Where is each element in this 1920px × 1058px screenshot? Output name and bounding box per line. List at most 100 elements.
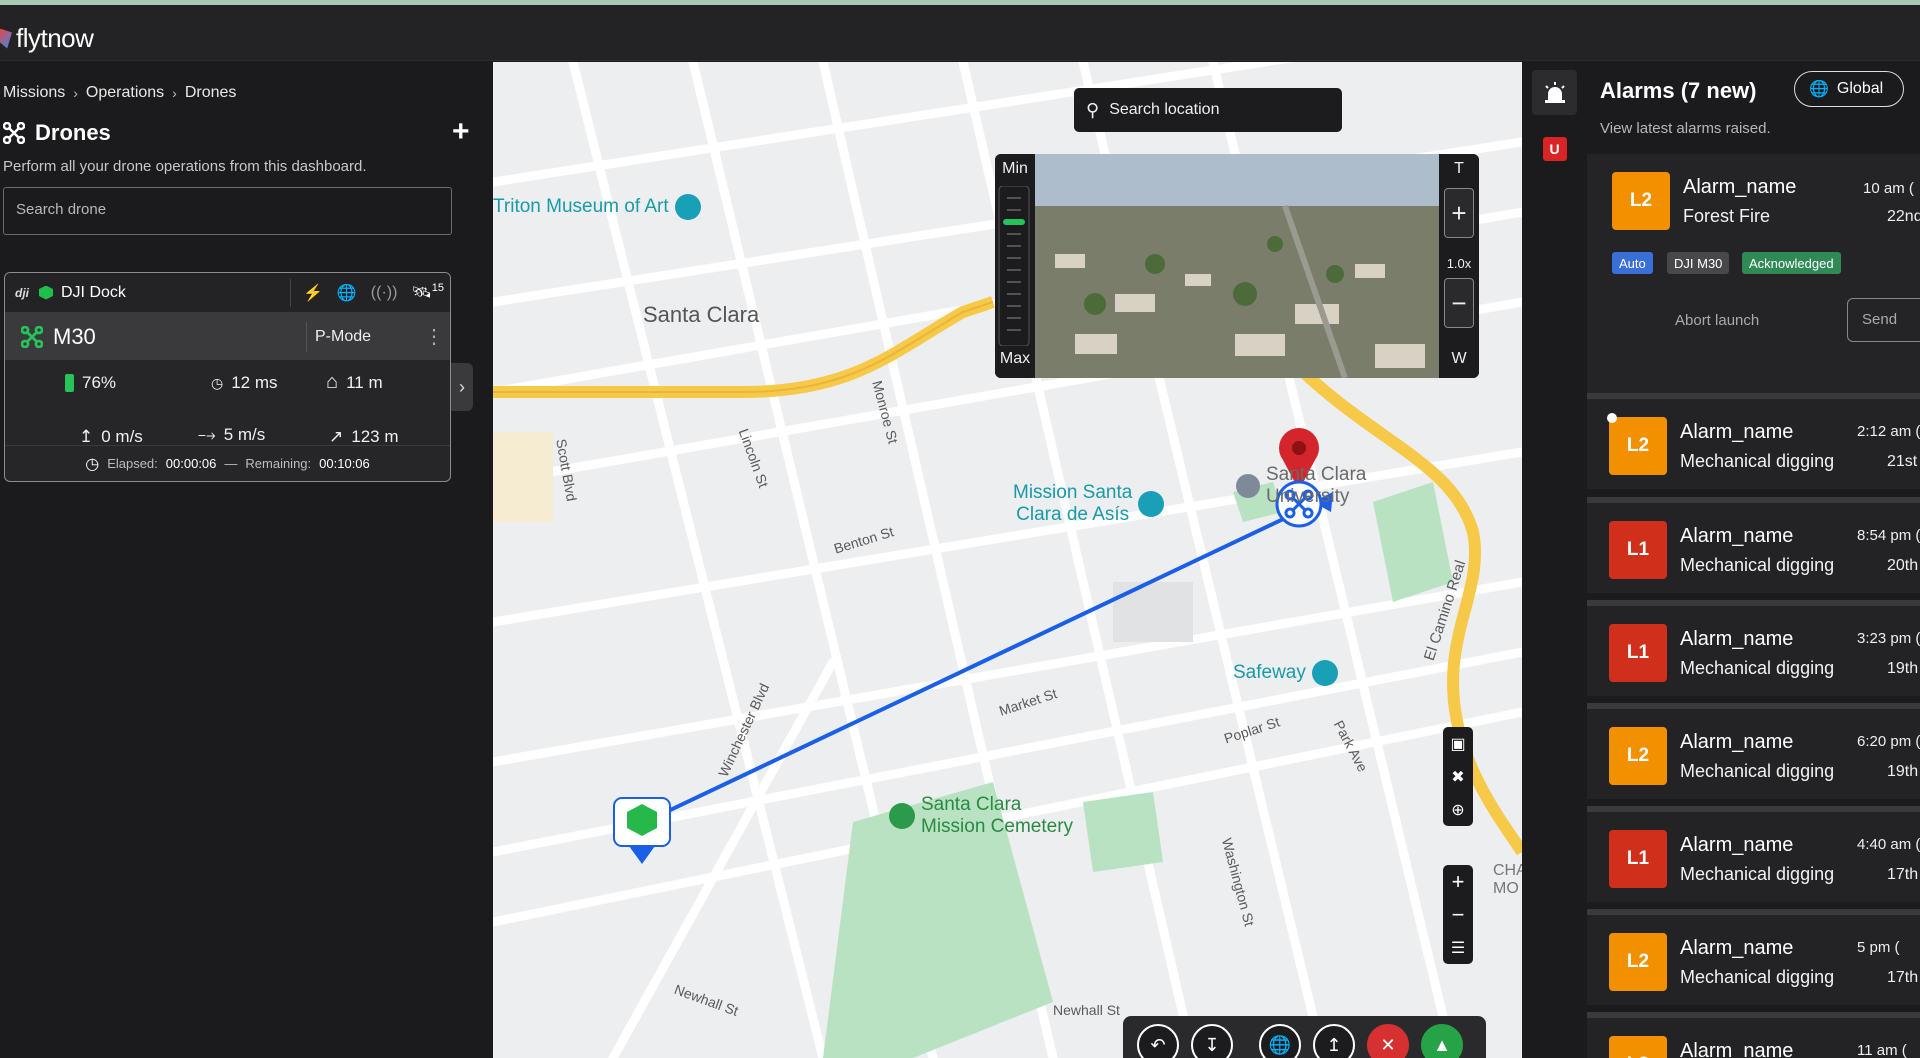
map-layer-toggles: ▣ ✖ ⊕ xyxy=(1443,727,1473,826)
takeoff-button[interactable]: ↥ xyxy=(1313,1024,1355,1058)
alarm-name: Alarm_name xyxy=(1680,731,1794,753)
breadcrumb-missions[interactable]: Missions xyxy=(3,84,65,102)
satellite-icon: 🛰15 xyxy=(411,282,444,302)
dock-status-icons: ⚡ 🌐 ((·)) 🛰15 xyxy=(289,278,450,307)
museum-icon xyxy=(674,194,701,220)
poi-university[interactable]: Santa Clara University xyxy=(1236,464,1366,508)
map-zoom-out-button[interactable]: − xyxy=(1443,898,1473,931)
app-logo-icon: U xyxy=(1542,136,1567,161)
app-logo[interactable]: flytnow xyxy=(0,23,94,54)
alarm-row[interactable]: L1 Alarm_name Mechanical digging 4:40 am (1… xyxy=(1587,806,1920,902)
dock-cube-toggle-icon[interactable]: ▣ xyxy=(1443,727,1473,760)
alarm-name: Alarm_name xyxy=(1680,937,1794,959)
launch-button[interactable]: ▲ xyxy=(1421,1024,1463,1058)
expand-panel-button[interactable]: › xyxy=(451,363,473,411)
poi-safeway[interactable]: Safeway xyxy=(1233,660,1338,686)
camera-zoom-in-button[interactable]: + xyxy=(1444,188,1474,238)
map-zoom-in-button[interactable]: + xyxy=(1443,865,1473,898)
search-location-input[interactable]: ⚲ Search location xyxy=(1074,88,1342,132)
abort-button[interactable]: ✕ xyxy=(1367,1024,1409,1058)
return-home-icon: ↶ xyxy=(1150,1034,1166,1055)
alarm-level-badge: L2 xyxy=(1612,172,1670,230)
breadcrumb: Missions › Operations › Drones xyxy=(3,84,236,102)
camera-zoom-level: 1.0x xyxy=(1446,256,1472,271)
drone-icon xyxy=(21,325,43,348)
alarm-time: 4:40 am ( xyxy=(1857,836,1920,853)
alarm-siren-tab[interactable] xyxy=(1532,70,1577,115)
camera-video-feed xyxy=(1035,154,1439,378)
page-title: Drones xyxy=(3,120,111,146)
drone-card[interactable]: dji DJI Dock ⚡ 🌐 ((·)) 🛰15 M30 P-Mode ⋮ … xyxy=(4,272,451,482)
drone-toggle-icon[interactable]: ✖ xyxy=(1443,760,1473,793)
unread-dot xyxy=(1607,413,1617,423)
return-home-button[interactable]: ↶ xyxy=(1137,1024,1179,1058)
map-label-santa-clara: Santa Clara xyxy=(643,302,760,327)
alarm-name: Alarm_name xyxy=(1680,834,1794,856)
left-panel: Missions › Operations › Drones Drones + … xyxy=(0,62,493,1058)
elapsed-value: 00:00:06 xyxy=(165,456,217,471)
home-distance-stat: ⌂ 11 m xyxy=(326,371,383,394)
camera-feed-panel[interactable]: Min Max T + 1.0x − W xyxy=(995,154,1479,378)
timer-clock-icon: ◷ xyxy=(85,455,100,473)
waypoint-button[interactable]: 🌐 xyxy=(1259,1024,1301,1058)
battery-value: 76% xyxy=(82,373,117,392)
alarm-date: 19th xyxy=(1887,660,1919,677)
poi-cemetery[interactable]: Santa Clara Mission Cemetery xyxy=(889,794,1073,838)
alarm-date: 21st xyxy=(1887,453,1918,470)
add-drone-button[interactable]: + xyxy=(452,117,470,147)
alarm-row[interactable]: L2 Alarm_name Mechanical digging 2:12 am (2… xyxy=(1587,393,1920,489)
vertical-speed-stat: ↥ 0 m/s xyxy=(79,427,143,447)
altitude-stat: ↗ 123 m xyxy=(329,427,399,447)
alarm-row[interactable]: L2 Alarm_name Mechanical digging 5 pm (17th xyxy=(1587,909,1920,1005)
vertical-speed-icon: ↥ xyxy=(79,427,94,446)
scope-global-button[interactable]: 🌐 Global xyxy=(1794,71,1904,107)
map-view[interactable]: Santa Clara Triton Museum of Art Mission… xyxy=(493,62,1522,1058)
alarm-type: Mechanical digging xyxy=(1680,451,1835,471)
land-button[interactable]: ↧ xyxy=(1191,1024,1233,1058)
layers-icon[interactable]: ☰ xyxy=(1443,931,1473,964)
dji-logo: dji xyxy=(15,285,29,300)
alarm-row[interactable]: L2 Alarm_name Mechanical digging 6:20 pm (1… xyxy=(1587,703,1920,799)
alarm-level-badge: L1 xyxy=(1609,521,1667,579)
page-title-text: Drones xyxy=(35,120,111,145)
poi-label-safeway: Safeway xyxy=(1233,662,1306,683)
page-subtitle: Perform all your drone operations from t… xyxy=(3,158,367,175)
alarm-time: 2:12 am ( xyxy=(1857,423,1920,440)
drone-action-bar: ↶ ↧ 🌐 ↥ ✕ ▲ xyxy=(1123,1016,1486,1058)
send-button[interactable]: Send xyxy=(1847,298,1920,342)
latency-value: 12 ms xyxy=(231,373,278,392)
featured-alarm-card[interactable]: L2 Alarm_name Forest Fire 10 am ( 22nd A… xyxy=(1587,154,1920,394)
drone-model-row[interactable]: M30 P-Mode ⋮ xyxy=(5,313,450,360)
satellite-count: 15 xyxy=(431,282,444,295)
alarm-time: 8:54 pm ( xyxy=(1857,527,1920,544)
poi-mission-santa-clara[interactable]: Mission Santa Clara de Asís xyxy=(1013,482,1165,526)
street-newhall-2: Newhall St xyxy=(1053,1002,1120,1018)
top-navbar: flytnow xyxy=(0,5,1920,61)
alarm-level-badge: L1 xyxy=(1609,830,1667,888)
home-icon: ⌂ xyxy=(326,371,339,393)
alarm-date: 19th xyxy=(1887,763,1919,780)
alarm-row[interactable]: L2 Alarm_name 11 am ( xyxy=(1587,1012,1920,1058)
globe-icon: 🌐 xyxy=(336,284,357,302)
abort-launch-button[interactable]: Abort launch xyxy=(1675,312,1759,329)
alarm-time: 10 am ( xyxy=(1863,180,1914,197)
remaining-value: 00:10:06 xyxy=(319,456,370,471)
alarm-row[interactable]: L1 Alarm_name Mechanical digging 8:54 pm (2… xyxy=(1587,497,1920,593)
flytbase-app-tab[interactable]: U xyxy=(1532,126,1577,171)
chevron-right-icon: › xyxy=(172,85,177,101)
more-options-icon[interactable]: ⋮ xyxy=(424,324,444,349)
takeoff-icon: ↥ xyxy=(1326,1034,1342,1055)
logo-icon xyxy=(0,28,12,49)
locate-icon[interactable]: ⊕ xyxy=(1443,793,1473,826)
alarm-name: Alarm_name xyxy=(1683,176,1797,198)
alarm-level-badge: L1 xyxy=(1609,624,1667,682)
flight-mode: P-Mode ⋮ xyxy=(306,321,450,352)
search-drone-input[interactable]: Search drone xyxy=(3,187,452,235)
tag-drone: DJI M30 xyxy=(1667,252,1730,274)
alarm-time: 11 am ( xyxy=(1857,1042,1907,1058)
alarm-level-badge: L2 xyxy=(1609,727,1667,785)
breadcrumb-operations[interactable]: Operations xyxy=(86,84,164,102)
camera-zoom-out-button[interactable]: − xyxy=(1444,278,1474,328)
alarm-row[interactable]: L1 Alarm_name Mechanical digging 3:23 pm (1… xyxy=(1587,600,1920,696)
poi-triton-museum[interactable]: Triton Museum of Art xyxy=(493,194,701,220)
